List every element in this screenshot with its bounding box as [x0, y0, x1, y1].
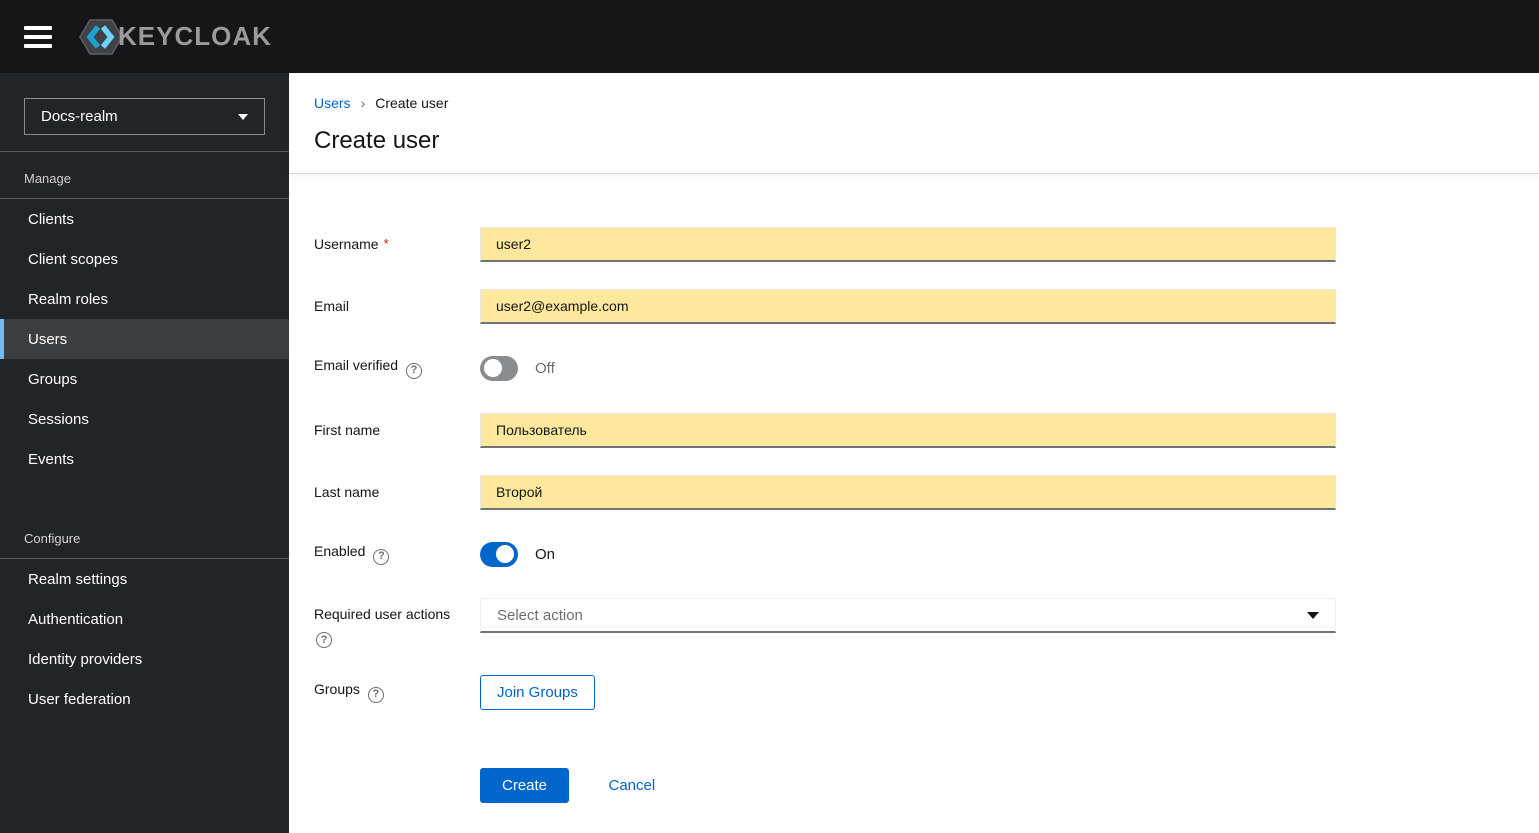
join-groups-button[interactable]: Join Groups — [480, 674, 595, 710]
form-row-enabled: Enabled? On — [314, 536, 1336, 572]
enabled-toggle[interactable] — [480, 541, 518, 567]
required-user-actions-help-icon[interactable]: ? — [316, 632, 332, 648]
enabled-label: Enabled? — [314, 543, 480, 565]
realm-selector-block: Docs-realm — [0, 73, 289, 152]
realm-name: Docs-realm — [41, 108, 118, 125]
cancel-button[interactable]: Cancel — [608, 777, 655, 794]
sidebar-item-events[interactable]: Events — [0, 439, 289, 479]
sidebar-item-identity-providers[interactable]: Identity providers — [0, 639, 289, 679]
breadcrumb-separator-icon: › — [360, 95, 366, 111]
form-row-email-verified: Email verified? Off — [314, 350, 1336, 386]
last-name-label: Last name — [314, 484, 380, 500]
nav-section-header-manage: Manage — [0, 152, 289, 199]
email-verified-state: Off — [535, 359, 555, 377]
form-row-last-name: Last name — [314, 474, 1336, 510]
username-input[interactable] — [480, 226, 1336, 262]
form-row-required-user-actions: Required user actions ? Select action — [314, 598, 1336, 648]
required-asterisk: * — [383, 236, 389, 251]
sidebar: Docs-realm Manage Clients Client scopes … — [0, 73, 289, 833]
sidebar-item-sessions[interactable]: Sessions — [0, 399, 289, 439]
nav-section-header-configure: Configure — [0, 512, 289, 559]
keycloak-logo[interactable]: KEYCLOAK — [78, 17, 272, 57]
caret-down-icon — [238, 113, 248, 120]
email-verified-help-icon[interactable]: ? — [406, 362, 423, 379]
form-actions: Create Cancel — [314, 768, 1336, 803]
sidebar-item-groups[interactable]: Groups — [0, 359, 289, 399]
sidebar-item-clients[interactable]: Clients — [0, 199, 289, 239]
create-user-form: Username* Email Email verified — [314, 226, 1336, 803]
groups-help-icon[interactable]: ? — [367, 686, 384, 703]
sidebar-item-client-scopes[interactable]: Client scopes — [0, 239, 289, 279]
toggle-knob — [484, 359, 502, 377]
sidebar-item-users[interactable]: Users — [0, 319, 289, 359]
create-user-form-area: Username* Email Email verified — [289, 174, 1539, 803]
last-name-input[interactable] — [480, 474, 1336, 510]
main-content: Users › Create user Create user Username… — [289, 73, 1539, 833]
masthead: KEYCLOAK — [0, 0, 1539, 73]
sidebar-item-realm-roles[interactable]: Realm roles — [0, 279, 289, 319]
form-row-groups: Groups? Join Groups — [314, 674, 1336, 710]
nav-section-manage: Manage Clients Client scopes Realm roles… — [0, 152, 289, 479]
hamburger-menu-icon[interactable] — [24, 25, 52, 48]
enabled-help-icon[interactable]: ? — [373, 548, 390, 565]
required-user-actions-label: Required user actions ? — [314, 598, 480, 648]
page-title: Create user — [314, 127, 440, 154]
select-caret-down-icon — [1307, 611, 1319, 619]
breadcrumb-current: Create user — [375, 95, 449, 111]
username-label: Username * — [314, 236, 389, 252]
page-header: Users › Create user Create user — [289, 73, 1539, 174]
sidebar-item-user-federation[interactable]: User federation — [0, 679, 289, 719]
email-verified-label: Email verified? — [314, 357, 480, 379]
email-input[interactable] — [480, 288, 1336, 324]
form-row-username: Username * — [314, 226, 1336, 262]
groups-label: Groups? — [314, 681, 480, 703]
sidebar-item-authentication[interactable]: Authentication — [0, 599, 289, 639]
email-verified-toggle[interactable] — [480, 355, 518, 381]
enabled-state: On — [535, 545, 556, 563]
required-user-actions-select[interactable]: Select action — [480, 598, 1336, 633]
logo-text: KEYCLOAK — [118, 21, 272, 51]
select-placeholder: Select action — [497, 606, 583, 624]
form-row-first-name: First name — [314, 412, 1336, 448]
breadcrumb-link-users[interactable]: Users — [314, 95, 351, 111]
nav-section-configure: Configure Realm settings Authentication … — [0, 512, 289, 719]
sidebar-item-realm-settings[interactable]: Realm settings — [0, 559, 289, 599]
first-name-input[interactable] — [480, 412, 1336, 448]
toggle-knob — [496, 545, 514, 563]
email-label: Email — [314, 298, 350, 314]
first-name-label: First name — [314, 422, 381, 438]
create-button[interactable]: Create — [480, 768, 570, 803]
form-row-email: Email — [314, 288, 1336, 324]
breadcrumb: Users › Create user — [314, 95, 1515, 111]
realm-selector[interactable]: Docs-realm — [24, 98, 265, 135]
